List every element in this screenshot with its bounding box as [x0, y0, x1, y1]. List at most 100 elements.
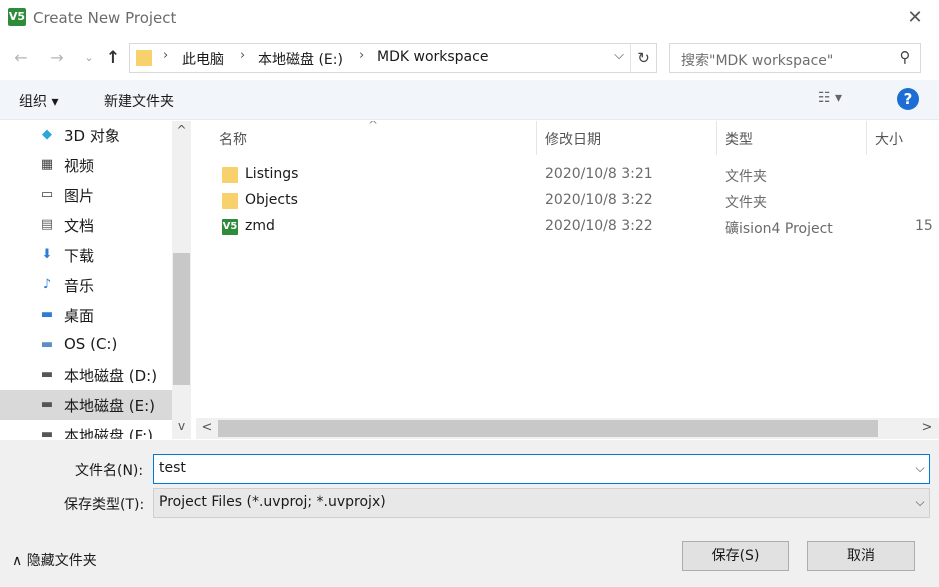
filename-value: test — [159, 460, 186, 476]
sidebar-item-drive-c[interactable]: ▬ OS (C:) — [0, 330, 172, 360]
sidebar-item-label: 文档 — [64, 217, 95, 235]
sidebar-item-drive-f[interactable]: ▬ 本地磁盘 (F:) — [0, 420, 172, 439]
column-divider[interactable] — [866, 121, 867, 155]
back-button[interactable]: ← — [10, 46, 32, 70]
file-type: 文件夹 — [725, 169, 767, 185]
uvision-project-icon: V5 — [222, 219, 238, 235]
file-row[interactable]: Listings 2020/10/8 3:21 文件夹 — [196, 162, 939, 188]
column-header-date[interactable]: 修改日期 — [545, 121, 601, 155]
drive-icon: ▬ — [40, 427, 54, 439]
address-row: ← → ⌄ ↑ › 此电脑 › 本地磁盘 (E:) › MDK workspac… — [0, 40, 939, 76]
sidebar-item-drive-d[interactable]: ▬ 本地磁盘 (D:) — [0, 360, 172, 390]
column-header-name[interactable]: 名称 — [219, 121, 247, 155]
new-folder-button[interactable]: 新建文件夹 — [104, 91, 174, 111]
drive-icon: ▬ — [40, 397, 54, 412]
desktop-icon: ▬ — [40, 307, 54, 322]
sidebar-item-3d-objects[interactable]: ◆ 3D 对象 — [0, 121, 172, 150]
horizontal-scrollbar[interactable]: < > — [196, 418, 939, 439]
windows-drive-icon: ▬ — [40, 337, 54, 352]
file-name: Objects — [245, 192, 298, 208]
folder-icon — [222, 167, 238, 183]
drive-icon: ▬ — [40, 367, 54, 382]
breadcrumb-separator[interactable]: › — [359, 48, 364, 63]
sidebar-item-label: 桌面 — [64, 307, 95, 325]
address-dropdown-icon[interactable]: ⌵ — [610, 48, 628, 68]
file-row[interactable]: Objects 2020/10/8 3:22 文件夹 — [196, 188, 939, 214]
sidebar-item-label: OS (C:) — [64, 335, 118, 353]
window-title: Create New Project — [33, 9, 177, 27]
column-header-size[interactable]: 大小 — [875, 121, 903, 155]
sidebar-item-label: 音乐 — [64, 277, 95, 295]
up-button[interactable]: ↑ — [102, 46, 124, 70]
sidebar-item-downloads[interactable]: ⬇ 下载 — [0, 240, 172, 270]
chevron-down-icon[interactable]: ⌵ — [912, 495, 928, 510]
chevron-down-icon[interactable]: ⌵ — [912, 461, 928, 476]
organize-menu[interactable]: 组织 ▾ — [19, 91, 58, 111]
scroll-down-arrow-icon[interactable]: v — [172, 419, 191, 439]
sidebar-item-desktop[interactable]: ▬ 桌面 — [0, 300, 172, 330]
sidebar-item-label: 图片 — [64, 187, 95, 205]
filename-label: 文件名(N): — [75, 463, 144, 479]
breadcrumb-drive-e[interactable]: 本地磁盘 (E:) — [258, 49, 343, 69]
sidebar-item-label: 3D 对象 — [64, 127, 120, 145]
navigation-pane: ◆ 3D 对象 ▦ 视频 ▭ 图片 ▤ 文档 ⬇ 下载 ♪ 音乐 ▬ 桌面 ▬ … — [0, 121, 191, 439]
file-row[interactable]: V5 zmd 2020/10/8 3:22 礦ision4 Project 15 — [196, 214, 939, 240]
scroll-thumb[interactable] — [173, 253, 190, 385]
file-name: Listings — [245, 166, 299, 182]
hide-folders-toggle[interactable]: ∧ 隐藏文件夹 — [12, 550, 97, 570]
folder-icon — [222, 193, 238, 209]
breadcrumb-separator[interactable]: › — [240, 48, 245, 63]
address-bar[interactable]: › 此电脑 › 本地磁盘 (E:) › MDK workspace ⌵ ↻ — [129, 43, 657, 73]
file-date: 2020/10/8 3:22 — [545, 218, 653, 234]
sidebar-item-music[interactable]: ♪ 音乐 — [0, 270, 172, 300]
sidebar-item-label: 本地磁盘 (E:) — [64, 397, 156, 415]
sidebar-item-label: 视频 — [64, 157, 95, 175]
breadcrumb-this-pc[interactable]: 此电脑 — [182, 49, 224, 69]
column-header-type[interactable]: 类型 — [725, 121, 753, 155]
film-icon: ▦ — [40, 157, 54, 172]
scroll-thumb[interactable] — [218, 420, 878, 437]
file-list: ^ 名称 修改日期 类型 大小 Listings 2020/10/8 3:21 … — [196, 121, 939, 439]
cancel-button[interactable]: 取消 — [807, 541, 915, 571]
sort-ascending-icon: ^ — [368, 121, 379, 132]
save-form: 文件名(N): test ⌵ 保存类型(T): Project Files (*… — [0, 440, 939, 587]
filetype-value: Project Files (*.uvproj; *.uvprojx) — [159, 494, 386, 510]
breadcrumb-mdk-workspace[interactable]: MDK workspace — [377, 49, 488, 65]
scroll-right-arrow-icon[interactable]: > — [920, 420, 934, 435]
breadcrumb-separator[interactable]: › — [163, 48, 168, 63]
filename-input[interactable]: test ⌵ — [153, 454, 930, 484]
scroll-up-arrow-icon[interactable]: ^ — [172, 123, 191, 143]
cube-icon: ◆ — [42, 127, 52, 142]
sidebar-item-label: 下载 — [64, 247, 95, 265]
scroll-left-arrow-icon[interactable]: < — [200, 420, 214, 435]
music-icon: ♪ — [42, 277, 52, 292]
column-divider[interactable] — [716, 121, 717, 155]
download-icon: ⬇ — [41, 247, 53, 262]
search-icon[interactable]: ⚲ — [895, 48, 915, 68]
sidebar-item-videos[interactable]: ▦ 视频 — [0, 150, 172, 180]
file-type: 文件夹 — [725, 195, 767, 211]
sidebar-item-drive-e[interactable]: ▬ 本地磁盘 (E:) — [0, 390, 172, 420]
recent-locations-button[interactable]: ⌄ — [78, 46, 100, 70]
save-button[interactable]: 保存(S) — [682, 541, 789, 571]
filetype-label: 保存类型(T): — [64, 497, 145, 513]
file-date: 2020/10/8 3:22 — [545, 192, 653, 208]
search-placeholder: 搜索"MDK workspace" — [681, 53, 834, 69]
sidebar-item-pictures[interactable]: ▭ 图片 — [0, 180, 172, 210]
sidebar-item-label: 本地磁盘 (D:) — [64, 367, 158, 385]
filetype-select[interactable]: Project Files (*.uvproj; *.uvprojx) ⌵ — [153, 488, 930, 518]
file-name: zmd — [245, 218, 275, 234]
close-button[interactable]: ✕ — [900, 6, 930, 30]
navigation-scrollbar[interactable]: ^ v — [172, 121, 191, 439]
file-size: 15 — [915, 218, 933, 234]
search-input[interactable]: 搜索"MDK workspace" ⚲ — [669, 43, 921, 73]
folder-icon — [136, 50, 152, 66]
document-icon: ▤ — [40, 217, 54, 232]
file-date: 2020/10/8 3:21 — [545, 166, 653, 182]
column-divider[interactable] — [536, 121, 537, 155]
sidebar-item-documents[interactable]: ▤ 文档 — [0, 210, 172, 240]
help-icon[interactable]: ? — [897, 88, 919, 110]
refresh-icon[interactable]: ↻ — [630, 44, 656, 72]
view-options-icon[interactable]: ☷ ▾ — [818, 90, 842, 106]
forward-button[interactable]: → — [46, 46, 68, 70]
